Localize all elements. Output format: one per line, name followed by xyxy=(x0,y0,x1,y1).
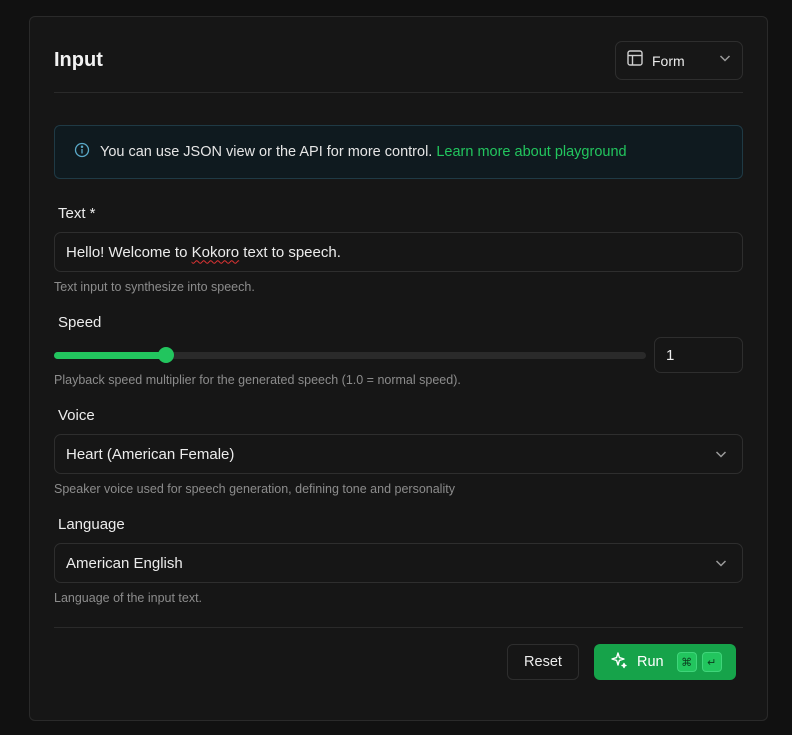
language-select[interactable]: American English xyxy=(54,543,743,583)
text-input[interactable]: Hello! Welcome to Kokoro text to speech. xyxy=(54,232,743,272)
language-help: Language of the input text. xyxy=(54,591,203,605)
view-mode-select[interactable]: Form xyxy=(615,41,743,80)
chevron-down-icon xyxy=(718,51,732,70)
speed-help: Playback speed multiplier for the genera… xyxy=(54,373,461,387)
enter-key-badge: ↵ xyxy=(701,652,722,672)
footer-divider xyxy=(54,627,743,628)
language-field-label: Language xyxy=(58,516,125,533)
view-mode-label: Form xyxy=(652,52,685,69)
reset-button[interactable]: Reset xyxy=(507,644,579,680)
chevron-down-icon xyxy=(714,447,728,465)
sparkle-icon xyxy=(610,651,628,673)
voice-select[interactable]: Heart (American Female) xyxy=(54,434,743,474)
layout-icon xyxy=(626,49,644,72)
text-field-label: Text * xyxy=(58,205,96,222)
voice-select-value: Heart (American Female) xyxy=(66,445,235,463)
info-icon xyxy=(74,142,90,162)
text-input-value-end: text to speech. xyxy=(239,243,341,261)
misspelled-word: Kokoro xyxy=(191,243,240,261)
language-select-value: American English xyxy=(66,554,183,572)
voice-help: Speaker voice used for speech generation… xyxy=(54,482,455,496)
speed-slider[interactable] xyxy=(54,347,646,363)
run-button-label: Run xyxy=(637,654,664,670)
chevron-down-icon xyxy=(714,556,728,574)
info-message: You can use JSON view or the API for mor… xyxy=(100,144,433,160)
text-help: Text input to synthesize into speech. xyxy=(54,280,255,294)
speed-slider-thumb[interactable] xyxy=(158,347,175,363)
info-banner: You can use JSON view or the API for mor… xyxy=(54,125,743,179)
learn-more-link[interactable]: Learn more about playground xyxy=(436,144,626,160)
panel-header: Input Form xyxy=(54,17,743,93)
speed-field-label: Speed xyxy=(58,314,102,331)
panel-title: Input xyxy=(54,49,103,71)
input-panel: Input Form You can use JSON view or the … xyxy=(29,16,768,721)
speed-number-input[interactable]: 1 xyxy=(654,337,743,373)
speed-slider-fill xyxy=(54,352,167,359)
command-key-badge: ⌘ xyxy=(676,652,697,672)
text-input-value-start: Hello! Welcome to xyxy=(66,243,192,261)
run-button[interactable]: Run ⌘ ↵ xyxy=(594,644,736,680)
voice-field-label: Voice xyxy=(58,407,95,424)
